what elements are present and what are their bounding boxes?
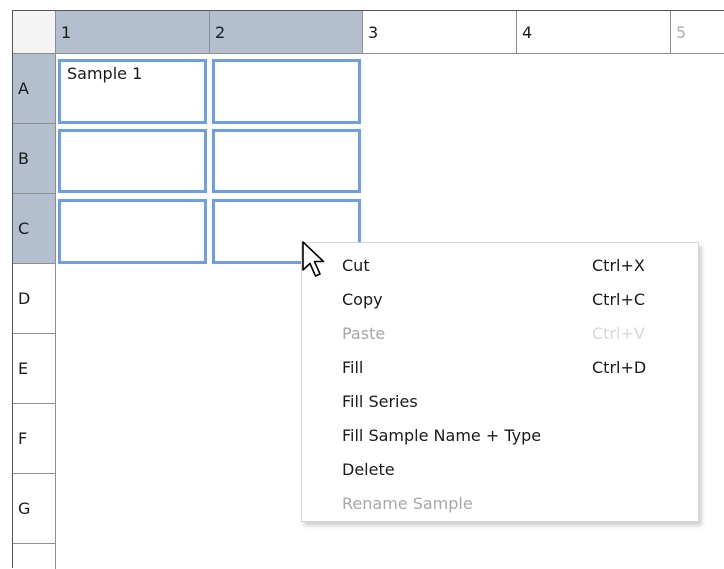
mouse-pointer-icon	[302, 241, 325, 277]
row-header-label: A	[18, 79, 29, 98]
menu-item-cut[interactable]: Cut Ctrl+X	[302, 248, 698, 282]
menu-item-shortcut: Ctrl+C	[592, 289, 646, 309]
menu-item-label: Delete	[342, 459, 395, 479]
well-a1[interactable]: Sample 1	[58, 59, 207, 124]
row-header-a[interactable]: A	[13, 54, 56, 124]
well-b1[interactable]	[58, 129, 207, 193]
column-header-label: 1	[61, 23, 72, 42]
column-header-label: 4	[522, 23, 533, 42]
column-header-label: 3	[368, 23, 379, 42]
menu-item-label: Copy	[342, 289, 383, 309]
column-header-label: 2	[215, 23, 226, 42]
row-header-label: G	[18, 499, 31, 518]
column-header-4[interactable]: 4	[517, 11, 671, 54]
grid-corner[interactable]	[13, 11, 56, 54]
row-header-label: F	[18, 429, 28, 448]
column-header-3[interactable]: 3	[363, 11, 517, 54]
row-header-label: B	[18, 149, 29, 168]
menu-item-fill[interactable]: Fill Ctrl+D	[302, 350, 698, 384]
well-a2[interactable]	[212, 59, 361, 124]
menu-item-label: Fill Series	[342, 391, 418, 411]
menu-item-label: Paste	[342, 323, 386, 343]
row-header-overflow[interactable]	[13, 544, 56, 569]
menu-item-fill-sample-name-type[interactable]: Fill Sample Name + Type	[302, 418, 698, 452]
well-b2[interactable]	[212, 129, 361, 193]
column-header-2[interactable]: 2	[210, 11, 363, 54]
well-label: Sample 1	[67, 64, 143, 83]
row-header-g[interactable]: G	[13, 474, 56, 544]
row-header-d[interactable]: D	[13, 264, 56, 334]
row-header-f[interactable]: F	[13, 404, 56, 474]
menu-item-rename-sample[interactable]: Rename Sample	[302, 486, 698, 520]
menu-item-label: Fill Sample Name + Type	[342, 425, 542, 445]
menu-item-label: Fill	[342, 357, 364, 377]
menu-item-label: Cut	[342, 255, 370, 275]
row-header-c[interactable]: C	[13, 194, 56, 264]
menu-item-fill-series[interactable]: Fill Series	[302, 384, 698, 418]
menu-item-shortcut: Ctrl+X	[592, 255, 645, 275]
row-header-label: E	[18, 359, 29, 378]
row-header-label: C	[18, 219, 30, 238]
menu-item-delete[interactable]: Delete	[302, 452, 698, 486]
menu-item-shortcut: Ctrl+D	[592, 357, 647, 377]
column-header-1[interactable]: 1	[56, 11, 210, 54]
menu-item-copy[interactable]: Copy Ctrl+C	[302, 282, 698, 316]
row-header-e[interactable]: E	[13, 334, 56, 404]
menu-item-label: Rename Sample	[342, 493, 473, 513]
row-header-label: D	[18, 289, 31, 308]
context-menu: Cut Ctrl+X Copy Ctrl+C Paste Ctrl+V Fill…	[301, 242, 699, 522]
menu-item-paste[interactable]: Paste Ctrl+V	[302, 316, 698, 350]
column-header-5[interactable]: 5	[671, 11, 724, 54]
menu-item-shortcut: Ctrl+V	[592, 323, 645, 343]
row-header-b[interactable]: B	[13, 124, 56, 194]
column-header-label: 5	[676, 23, 687, 42]
well-c1[interactable]	[58, 199, 207, 264]
